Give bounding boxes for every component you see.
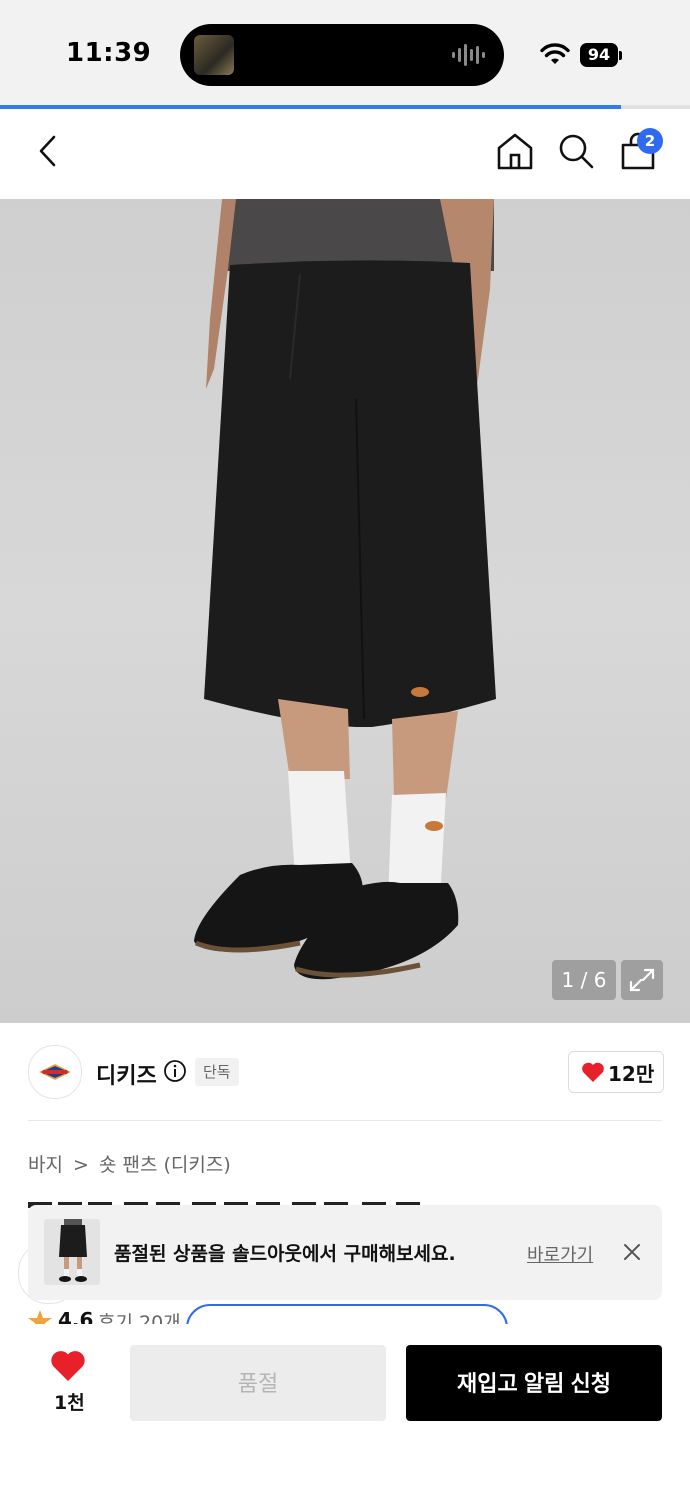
review-count[interactable]: 후기 20개 [98,1308,181,1324]
expand-button[interactable] [621,960,663,1000]
dickies-logo-icon [39,1064,71,1080]
cart-count-badge: 2 [637,128,663,154]
battery-indicator: 94 [580,43,618,67]
wishlist-heart-icon[interactable] [50,1348,86,1382]
breadcrumb: 바지 > 숏 팬츠 (디키즈) [28,1150,231,1177]
now-playing-artwork [194,35,234,75]
image-counter: 1 / 6 [552,960,616,1000]
search-icon[interactable] [556,131,596,171]
toast-go-link[interactable]: 바로가기 [527,1241,593,1267]
exclusive-badge: 단독 [195,1058,239,1086]
breadcrumb-subcategory[interactable]: 숏 팬츠 (디키즈) [99,1154,231,1176]
breadcrumb-separator: > [73,1154,89,1176]
toast-message: 품절된 상품을 솔드아웃에서 구매해보세요. [114,1243,456,1265]
brand-logo[interactable] [28,1045,82,1099]
expand-icon [629,968,655,992]
status-time: 11:39 [66,38,152,68]
product-image[interactable] [0,199,690,1023]
breadcrumb-category[interactable]: 바지 [28,1154,63,1176]
toast-product-thumbnail [44,1219,100,1285]
divider [28,1120,662,1121]
info-icon[interactable] [163,1059,187,1083]
product-photo-shorts [194,199,496,980]
star-icon [28,1310,52,1324]
battery-tip [619,51,622,60]
close-icon[interactable] [622,1242,642,1262]
home-icon[interactable] [495,131,535,171]
brand-like-count: 12만 [608,1062,655,1086]
rating-score: 4.6 [58,1308,94,1324]
restock-alert-button[interactable]: 재입고 알림 신청 [406,1345,662,1421]
chevron-left-icon[interactable] [28,131,68,171]
brand-name[interactable]: 디키즈 [96,1058,157,1090]
heart-icon [582,1062,604,1082]
wifi-icon [540,43,570,64]
soldout-button[interactable]: 품절 [130,1345,386,1421]
wishlist-count: 1천 [54,1392,85,1414]
audio-wave-icon [452,44,485,66]
